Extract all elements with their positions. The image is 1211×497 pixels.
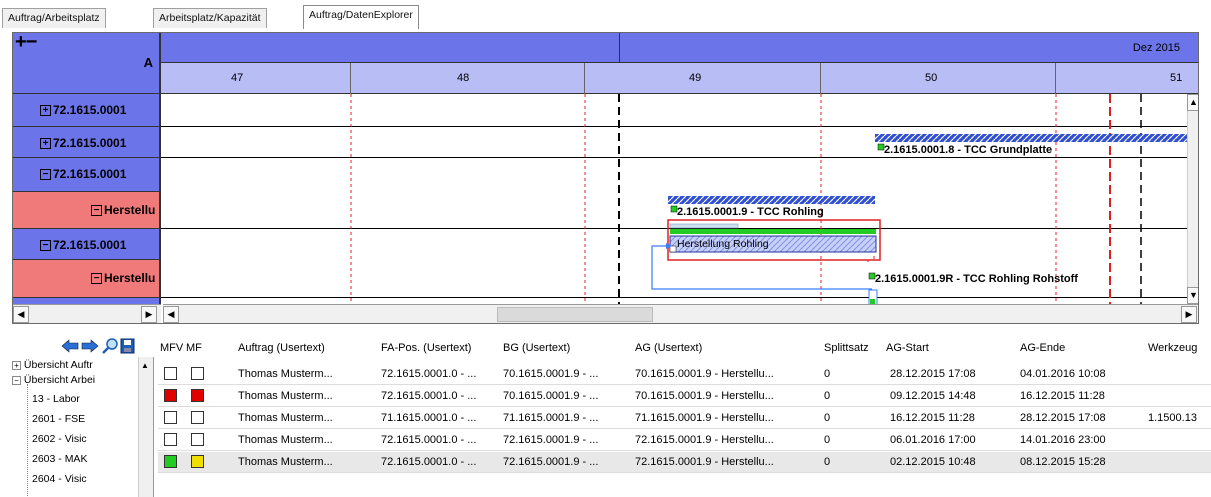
collapse-toggle[interactable]: −	[40, 169, 51, 180]
explorer-tree: + Übersicht Auftr − Übersicht Arbei 13 -…	[12, 357, 154, 497]
table-row[interactable]: Thomas Musterm... 72.1615.0001.0 - ... 7…	[158, 386, 1211, 407]
scroll-right-button[interactable]: ▶	[1181, 306, 1197, 323]
week-cell: 49	[585, 63, 821, 94]
search-icon[interactable]	[102, 338, 118, 354]
mf-checkbox[interactable]	[191, 411, 204, 424]
column-header-label: A	[143, 55, 153, 70]
column-header[interactable]: Splittsatz	[824, 342, 869, 354]
row-label[interactable]: − 72.1615.0001	[13, 229, 161, 260]
bar-label-grundplatte: 2.1615.0001.8 - TCC Grundplatte	[884, 144, 1053, 156]
tree-item[interactable]: − Übersicht Arbei	[12, 374, 95, 386]
scroll-up-icon[interactable]: ▲	[141, 361, 149, 370]
collapse-toggle[interactable]: −	[40, 240, 51, 251]
tree-item[interactable]: 2604 - Visic	[32, 473, 87, 485]
scroll-left-button[interactable]: ◀	[13, 306, 29, 323]
gantt-corner: +− A	[13, 33, 161, 94]
month-divider	[619, 33, 620, 63]
collapse-toggle[interactable]: −	[91, 273, 102, 284]
month-label: Dez 2015	[1132, 42, 1180, 54]
tab-auftrag-datenexplorer[interactable]: Auftrag/DatenExplorer	[303, 5, 419, 29]
row-label[interactable]: + 72.1615.0001	[13, 127, 161, 158]
tab-arbeitsplatz-kapazitaet[interactable]: Arbeitsplatz/Kapazität	[153, 8, 267, 28]
tree-line	[27, 384, 28, 496]
table-row[interactable]: Thomas Musterm... 71.1615.0001.0 - ... 7…	[158, 408, 1211, 429]
tree-item[interactable]: 13 - Labor	[32, 393, 80, 405]
table-row[interactable]: Thomas Musterm... 72.1615.0001.0 - ... 7…	[158, 364, 1211, 385]
column-header[interactable]: MF	[186, 342, 202, 354]
column-header[interactable]: AG-Start	[886, 342, 929, 354]
scroll-thumb[interactable]	[497, 307, 653, 322]
week-header: 47 48 49 50 51	[161, 63, 1198, 94]
row-label[interactable]: − Herstellu	[13, 192, 161, 229]
mf-checkbox[interactable]	[191, 455, 204, 468]
scroll-left-button[interactable]: ◀	[163, 306, 179, 323]
expand-toggle[interactable]: +	[40, 105, 51, 116]
tree-item[interactable]: 2602 - Visic	[32, 433, 87, 445]
gantt-vertical-scrollbar[interactable]: ▲ ▼	[1187, 94, 1198, 304]
row-label[interactable]: − 72.1615.0001	[13, 158, 161, 192]
tree-item[interactable]: 2601 - FSE	[32, 413, 85, 425]
mfv-checkbox[interactable]	[164, 411, 177, 424]
column-header[interactable]: AG (Usertext)	[635, 342, 702, 354]
mf-checkbox[interactable]	[191, 367, 204, 380]
column-header[interactable]: Auftrag (Usertext)	[238, 342, 325, 354]
tree-item[interactable]: 2603 - MAK	[32, 453, 87, 465]
forward-arrow-icon[interactable]	[81, 339, 99, 353]
mfv-checkbox[interactable]	[164, 367, 177, 380]
back-arrow-icon[interactable]	[61, 339, 79, 353]
expand-collapse-all-button[interactable]: +−	[15, 33, 37, 52]
mf-checkbox[interactable]	[191, 389, 204, 402]
scroll-up-button[interactable]: ▲	[1187, 94, 1198, 111]
bar-label-rohstoff: 2.1615.0001.9R - TCC Rohling Rohstoff	[875, 273, 1078, 285]
mfv-checkbox[interactable]	[164, 433, 177, 446]
label-horizontal-scrollbar[interactable]: ◀ ▶	[13, 304, 161, 323]
week-cell: 50	[821, 63, 1056, 94]
bar-label-herstellung: Herstellung Rohling	[677, 238, 769, 250]
tab-auftrag-arbeitsplatz[interactable]: Auftrag/Arbeitsplatz	[2, 8, 106, 28]
grundplatte-bar	[875, 134, 1187, 142]
row-label[interactable]: + 72.1615.0001	[13, 94, 161, 127]
row-label[interactable]: − Herstellu	[13, 260, 161, 298]
column-header[interactable]: FA-Pos. (Usertext)	[381, 342, 471, 354]
scroll-down-button[interactable]: ▼	[1187, 287, 1198, 304]
tab-bar: Auftrag/Arbeitsplatz Arbeitsplatz/Kapazi…	[0, 0, 1211, 29]
week-cell: 48	[351, 63, 585, 94]
save-icon[interactable]	[120, 338, 135, 354]
week-cell: 51	[1170, 72, 1183, 84]
scroll-right-button[interactable]: ▶	[141, 306, 157, 323]
data-table: MFV MF Auftrag (Usertext) FA-Pos. (Usert…	[158, 337, 1211, 497]
tree-scrollbar[interactable]: ▲	[138, 357, 153, 497]
bar-label-rohling: 2.1615.0001.9 - TCC Rohling	[677, 206, 824, 218]
week-cell: 47	[161, 63, 351, 94]
expand-toggle[interactable]: +	[40, 138, 51, 149]
column-header[interactable]: Werkzeug	[1148, 342, 1197, 354]
collapse-toggle[interactable]: −	[91, 205, 102, 216]
column-header[interactable]: MFV	[160, 342, 183, 354]
table-row[interactable]: Thomas Musterm... 72.1615.0001.0 - ... 7…	[158, 430, 1211, 451]
table-row-selected[interactable]: Thomas Musterm... 72.1615.0001.0 - ... 7…	[158, 452, 1211, 473]
mfv-checkbox[interactable]	[164, 389, 177, 402]
tree-item[interactable]: + Übersicht Auftr	[12, 359, 93, 371]
rohling-bar	[668, 196, 875, 204]
gantt-chart: +− A Dez 2015 47 48 49 50 51 + 72.1615.0…	[12, 32, 1199, 324]
gantt-horizontal-scrollbar[interactable]: ◀ ▶	[163, 304, 1198, 323]
column-header[interactable]: BG (Usertext)	[503, 342, 570, 354]
column-header[interactable]: AG-Ende	[1020, 342, 1065, 354]
month-header: Dez 2015	[161, 33, 1198, 63]
mf-checkbox[interactable]	[191, 433, 204, 446]
mfv-checkbox[interactable]	[164, 455, 177, 468]
